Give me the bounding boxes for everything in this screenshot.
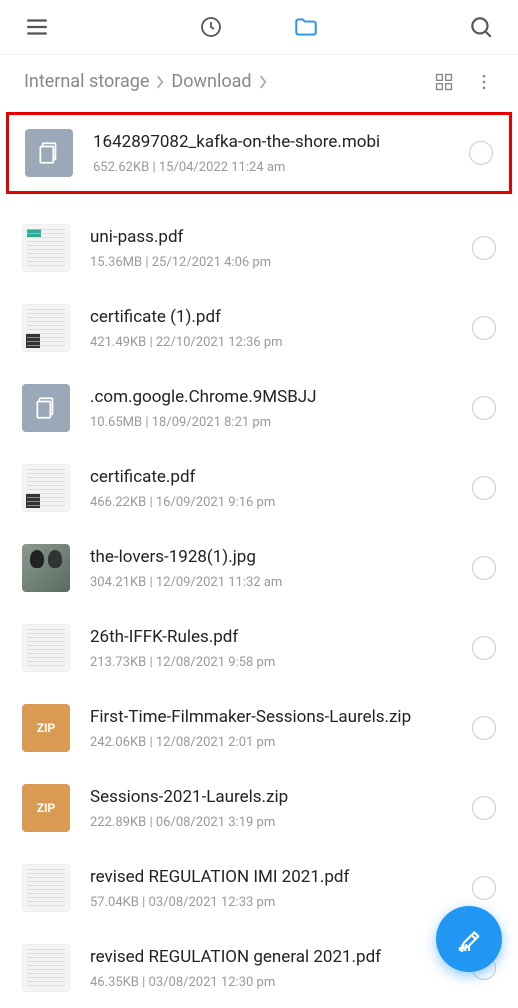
document-thumbnail (22, 944, 70, 992)
breadcrumb[interactable]: Internal storage Download (24, 71, 268, 92)
file-meta: 222.89KB | 06/08/2021 3:19 pm (90, 815, 452, 830)
file-meta: 46.35KB | 03/08/2021 12:30 pm (90, 975, 452, 990)
select-radio[interactable] (472, 556, 496, 580)
file-name: 1642897082_kafka-on-the-shore.mobi (93, 132, 449, 152)
select-radio[interactable] (472, 236, 496, 260)
file-name: Sessions-2021-Laurels.zip (90, 787, 452, 807)
file-meta: 57.04KB | 03/08/2021 12:33 pm (90, 895, 452, 910)
select-radio[interactable] (472, 476, 496, 500)
file-info: revised REGULATION general 2021.pdf 46.35… (90, 947, 452, 990)
file-info: .com.google.Chrome.9MSBJJ 10.65MB | 18/09… (90, 387, 452, 430)
document-thumbnail (22, 304, 70, 352)
file-info: certificate (1).pdf 421.49KB | 22/10/2021… (90, 307, 452, 350)
file-item[interactable]: the-lovers-1928(1).jpg 304.21KB | 12/09/2… (0, 528, 518, 608)
document-thumbnail (22, 224, 70, 272)
file-item[interactable]: 1642897082_kafka-on-the-shore.mobi 652.62… (6, 112, 512, 194)
select-radio[interactable] (472, 876, 496, 900)
breadcrumb-row: Internal storage Download (0, 55, 518, 106)
document-icon (22, 384, 70, 432)
menu-icon[interactable] (24, 14, 50, 40)
file-meta: 10.65MB | 18/09/2021 8:21 pm (90, 415, 452, 430)
file-name: 26th-IFFK-Rules.pdf (90, 627, 452, 647)
breadcrumb-root[interactable]: Internal storage (24, 71, 149, 92)
document-thumbnail (22, 864, 70, 912)
file-info: uni-pass.pdf 15.36MB | 25/12/2021 4:06 pm (90, 227, 452, 270)
file-info: 26th-IFFK-Rules.pdf 213.73KB | 12/08/2021… (90, 627, 452, 670)
file-name: certificate.pdf (90, 467, 452, 487)
file-meta: 242.06KB | 12/08/2021 2:01 pm (90, 735, 452, 750)
select-radio[interactable] (472, 716, 496, 740)
zip-icon: ZIP (22, 784, 70, 832)
grid-view-icon[interactable] (434, 72, 454, 92)
select-radio[interactable] (472, 396, 496, 420)
select-radio[interactable] (472, 636, 496, 660)
file-meta: 466.22KB | 16/09/2021 9:16 pm (90, 495, 452, 510)
file-name: revised REGULATION general 2021.pdf (90, 947, 452, 967)
image-thumbnail (22, 544, 70, 592)
clean-fab-button[interactable] (436, 906, 502, 972)
search-icon[interactable] (468, 14, 494, 40)
file-meta: 304.21KB | 12/09/2021 11:32 am (90, 575, 452, 590)
file-name: .com.google.Chrome.9MSBJJ (90, 387, 452, 407)
file-info: 1642897082_kafka-on-the-shore.mobi 652.62… (93, 132, 449, 175)
recent-icon[interactable] (199, 15, 223, 39)
chevron-right-icon (155, 75, 165, 89)
file-item[interactable]: 26th-IFFK-Rules.pdf 213.73KB | 12/08/2021… (0, 608, 518, 688)
chevron-right-icon (258, 75, 268, 89)
more-options-icon[interactable] (474, 72, 494, 92)
select-radio[interactable] (472, 316, 496, 340)
file-meta: 213.73KB | 12/08/2021 9:58 pm (90, 655, 452, 670)
folder-icon[interactable] (293, 14, 319, 40)
file-name: uni-pass.pdf (90, 227, 452, 247)
file-name: First-Time-Filmmaker-Sessions-Laurels.zi… (90, 707, 452, 727)
file-name: revised REGULATION IMI 2021.pdf (90, 867, 452, 887)
file-item[interactable]: revised REGULATION IMI 2021.pdf 57.04KB |… (0, 848, 518, 928)
file-item[interactable]: certificate (1).pdf 421.49KB | 22/10/2021… (0, 288, 518, 368)
file-list: 1642897082_kafka-on-the-shore.mobi 652.62… (0, 112, 518, 1008)
file-info: certificate.pdf 466.22KB | 16/09/2021 9:1… (90, 467, 452, 510)
file-item[interactable]: ZIP Sessions-2021-Laurels.zip 222.89KB | 0… (0, 768, 518, 848)
breadcrumb-current[interactable]: Download (171, 71, 251, 92)
document-thumbnail (22, 464, 70, 512)
file-meta: 421.49KB | 22/10/2021 12:36 pm (90, 335, 452, 350)
file-name: the-lovers-1928(1).jpg (90, 547, 452, 567)
document-thumbnail (22, 624, 70, 672)
top-header (0, 0, 518, 55)
file-item[interactable]: uni-pass.pdf 15.36MB | 25/12/2021 4:06 pm (0, 208, 518, 288)
select-radio[interactable] (472, 796, 496, 820)
file-info: revised REGULATION IMI 2021.pdf 57.04KB |… (90, 867, 452, 910)
file-meta: 15.36MB | 25/12/2021 4:06 pm (90, 255, 452, 270)
select-radio[interactable] (469, 141, 493, 165)
file-item[interactable]: certificate.pdf 466.22KB | 16/09/2021 9:1… (0, 448, 518, 528)
file-item[interactable]: ZIP First-Time-Filmmaker-Sessions-Laurels… (0, 688, 518, 768)
file-info: First-Time-Filmmaker-Sessions-Laurels.zi… (90, 707, 452, 750)
file-info: Sessions-2021-Laurels.zip 222.89KB | 06/0… (90, 787, 452, 830)
document-icon (25, 129, 73, 177)
file-name: certificate (1).pdf (90, 307, 452, 327)
file-info: the-lovers-1928(1).jpg 304.21KB | 12/09/2… (90, 547, 452, 590)
file-item[interactable]: .com.google.Chrome.9MSBJJ 10.65MB | 18/09… (0, 368, 518, 448)
zip-icon: ZIP (22, 704, 70, 752)
file-meta: 652.62KB | 15/04/2022 11:24 am (93, 160, 449, 175)
